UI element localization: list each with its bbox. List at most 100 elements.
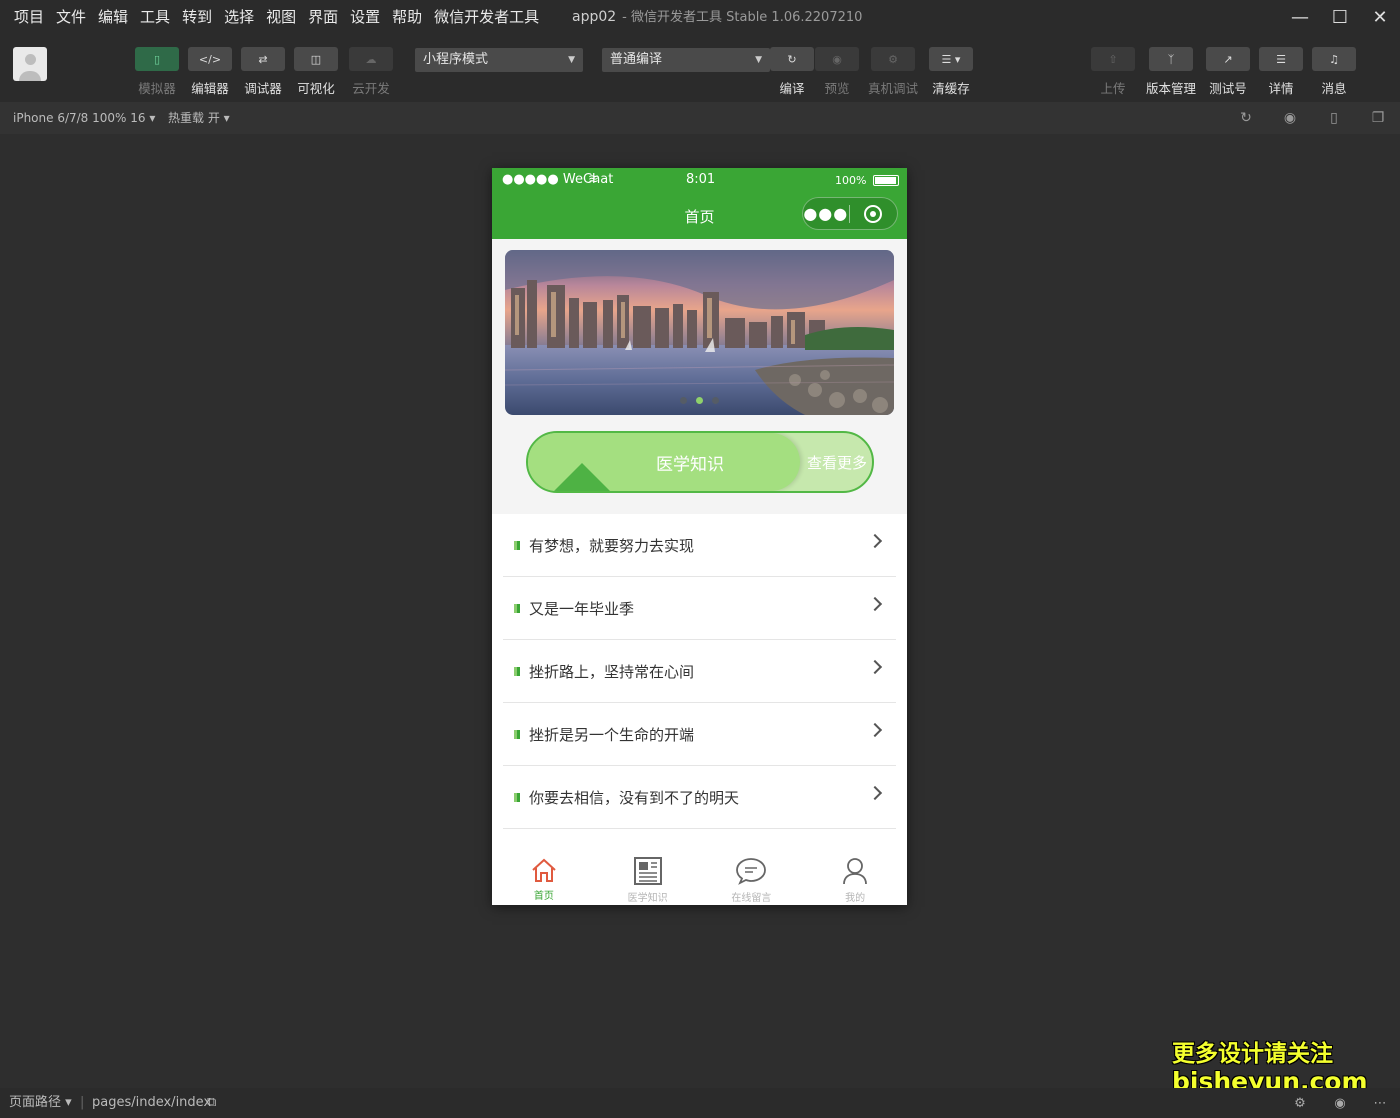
home-icon (532, 858, 556, 882)
menu-bar: 项目 文件 编辑 工具 转到 选择 视图 界面 设置 帮助 微信开发者工具 (0, 0, 545, 34)
simulator-button[interactable]: ▯ 模拟器 (134, 47, 180, 97)
menu-interface[interactable]: 界面 (302, 0, 344, 34)
rotate-icon[interactable]: ↻ (1224, 102, 1268, 134)
remote-debug-label: 真机调试 (868, 81, 919, 96)
list-item-title: 挫折是另一个生命的开端 (529, 725, 695, 744)
branch-icon: ᛉ (1149, 47, 1193, 71)
close-icon[interactable]: ✕ (1360, 0, 1400, 34)
tab-medical-knowledge[interactable]: 医学知识 (596, 841, 700, 905)
avatar[interactable] (13, 47, 47, 81)
external-link-icon: ↗ (1206, 47, 1250, 71)
test-account-label: 测试号 (1209, 81, 1247, 96)
list-item-title: 挫折路上，坚持常在心间 (529, 662, 695, 681)
list-item[interactable]: 有梦想，就要努力去实现 (503, 514, 896, 577)
banner-dot[interactable] (712, 397, 719, 404)
preview-button[interactable]: ◉ 预览 (814, 47, 860, 97)
menu-devtools[interactable]: 微信开发者工具 (428, 0, 545, 34)
close-miniprogram-icon[interactable] (850, 204, 898, 223)
menu-select[interactable]: 选择 (218, 0, 260, 34)
list-item[interactable]: 挫折是另一个生命的开端 (503, 703, 896, 766)
test-account-button[interactable]: ↗ 测试号 (1205, 47, 1251, 97)
window-app-title: - 微信开发者工具 Stable 1.06.2207210 (622, 10, 863, 25)
wifi-icon: ≋ (588, 172, 599, 187)
hot-reload-toggle[interactable]: 热重载 开 ▾ (168, 102, 230, 134)
status-footer: 页面路径 ▾ | pages/index/index ⧉ ⚙ ◉ ⋯ (0, 1088, 1400, 1118)
tab-online-message[interactable]: 在线留言 (700, 841, 804, 905)
medical-knowledge-banner[interactable]: 医学知识 查看更多 (526, 431, 874, 493)
stop-icon[interactable]: ◉ (1268, 102, 1312, 134)
list-item-title: 有梦想，就要努力去实现 (529, 536, 695, 555)
maximize-icon[interactable]: ☐ (1320, 0, 1360, 34)
cloud-button[interactable]: ☁ 云开发 (348, 47, 394, 97)
footer-divider: | (80, 1095, 85, 1110)
battery-icon (873, 175, 899, 186)
time-text: 8:01 (686, 172, 716, 187)
simulator-label: 模拟器 (138, 81, 176, 96)
phone-icon[interactable]: ▯ (1312, 102, 1356, 134)
debugger-button[interactable]: ⇄ 调试器 (240, 47, 286, 97)
simulator-actions: ↻ ◉ ▯ ❐ (1224, 102, 1400, 134)
phone-icon: ▯ (135, 47, 179, 71)
page-path-text: pages/index/index (92, 1095, 212, 1110)
upload-button[interactable]: ⇧ 上传 (1090, 47, 1136, 97)
clear-cache-button[interactable]: ☰ ▾ 清缓存 (928, 47, 974, 97)
messages-label: 消息 (1321, 81, 1347, 96)
menu-file[interactable]: 文件 (50, 0, 92, 34)
version-button[interactable]: ᛉ 版本管理 (1146, 47, 1196, 97)
menu-settings[interactable]: 设置 (344, 0, 386, 34)
details-button[interactable]: ☰ 详情 (1258, 47, 1304, 97)
mode-select[interactable]: 小程序模式 ▼ (415, 48, 583, 72)
list-item[interactable]: 挫折路上，坚持常在心间 (503, 640, 896, 703)
compile-button[interactable]: ↻ 编译 (769, 47, 815, 97)
menu-project[interactable]: 项目 (8, 0, 50, 34)
popout-icon[interactable]: ❐ (1356, 102, 1400, 134)
messages-button[interactable]: ♫ 消息 (1311, 47, 1357, 97)
menu-tools[interactable]: 工具 (134, 0, 176, 34)
banner-dot[interactable] (680, 397, 687, 404)
device-select[interactable]: iPhone 6/7/8 100% 16 ▾ (13, 102, 155, 134)
tab-mine[interactable]: 我的 (803, 841, 907, 905)
bullet-icon (514, 729, 520, 739)
menu-view[interactable]: 视图 (260, 0, 302, 34)
eye-icon[interactable]: ◉ (1320, 1088, 1360, 1118)
banner-indicator (505, 397, 894, 404)
banner-dot-active[interactable] (696, 397, 703, 404)
sliders-icon: ⇄ (241, 47, 285, 71)
compile-select[interactable]: 普通编译 ▼ (602, 48, 770, 72)
editor-button[interactable]: </> 编辑器 (187, 47, 233, 97)
cloud-icon: ☁ (349, 47, 393, 71)
chevron-right-icon (867, 596, 883, 612)
banner-swiper[interactable] (505, 250, 894, 415)
view-more-link[interactable]: 查看更多 (807, 452, 867, 473)
caret-down-icon: ▼ (568, 55, 575, 65)
menu-help[interactable]: 帮助 (386, 0, 428, 34)
window-controls: — ☐ ✕ (1280, 0, 1400, 34)
mode-select-value: 小程序模式 (423, 52, 489, 67)
tab-online-message-label: 在线留言 (731, 893, 772, 904)
visual-button[interactable]: ◫ 可视化 (293, 47, 339, 97)
remote-debug-button[interactable]: ⚙ 真机调试 (868, 47, 919, 97)
clear-cache-label: 清缓存 (932, 81, 970, 96)
upload-icon: ⇧ (1091, 47, 1135, 71)
copy-icon[interactable]: ⧉ (207, 1088, 216, 1118)
menu-edit[interactable]: 编辑 (92, 0, 134, 34)
debugger-label: 调试器 (244, 81, 282, 96)
page-path-select[interactable]: 页面路径 ▾ (9, 1088, 72, 1118)
banner-image (505, 250, 894, 415)
bug-icon[interactable]: ⚙ (1280, 1088, 1320, 1118)
mountain-icon (554, 463, 610, 491)
more-icon[interactable]: ⋯ (1360, 1088, 1400, 1118)
chevron-right-icon (867, 659, 883, 675)
list-item[interactable]: 又是一年毕业季 (503, 577, 896, 640)
phone-simulator: ●●●●● WeChat ≋ 8:01 100% 首页 ●●● 医学知识 查看更… (492, 168, 907, 905)
capsule-menu: ●●● (802, 197, 898, 230)
tab-home[interactable]: 首页 (492, 841, 596, 905)
visual-label: 可视化 (297, 81, 335, 96)
list-item[interactable]: 你要去相信，没有到不了的明天 (503, 766, 896, 829)
minimize-icon[interactable]: — (1280, 0, 1320, 34)
toolbar: ▯ 模拟器 </> 编辑器 ⇄ 调试器 ◫ 可视化 ☁ 云开发 小程序模式 ▼ … (0, 34, 1400, 102)
simulator-subbar: iPhone 6/7/8 100% 16 ▾ 热重载 开 ▾ ↻ ◉ ▯ ❐ (0, 102, 1400, 134)
menu-goto[interactable]: 转到 (176, 0, 218, 34)
more-icon[interactable]: ●●● (803, 204, 849, 223)
bell-icon: ♫ (1312, 47, 1356, 71)
